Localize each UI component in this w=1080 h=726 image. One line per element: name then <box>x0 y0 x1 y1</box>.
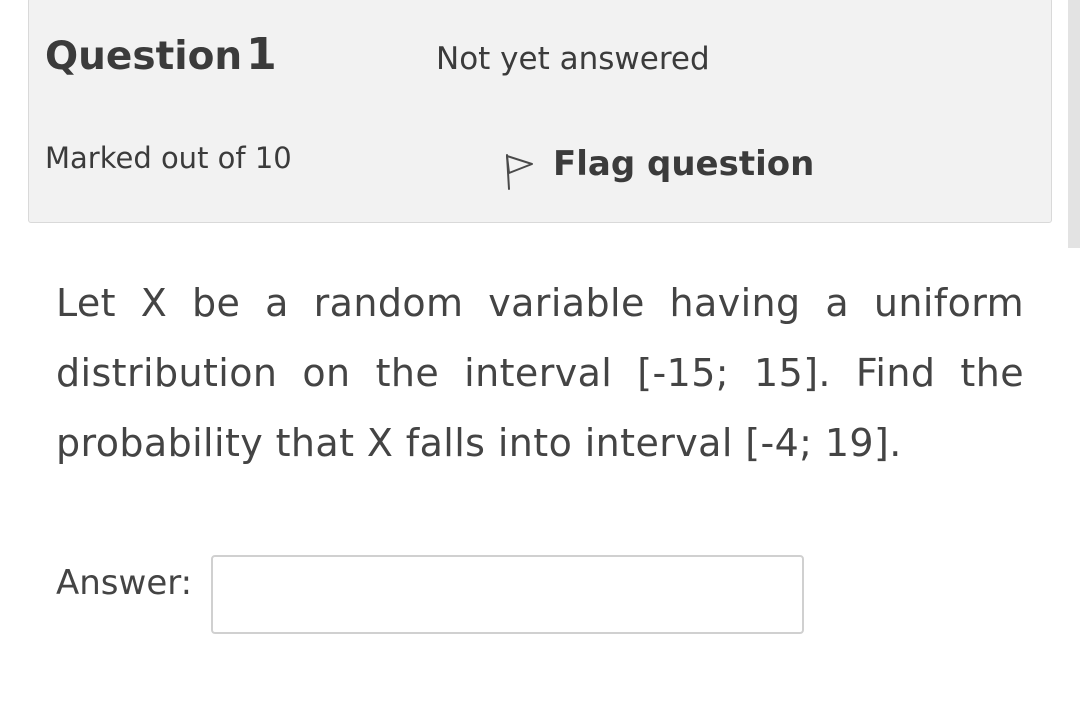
question-title: Question1 <box>45 33 277 77</box>
scrollbar[interactable] <box>1068 0 1080 248</box>
question-number: 1 <box>246 29 277 80</box>
page: Question1 Not yet answered Marked out of… <box>0 0 1080 726</box>
flag-question-button[interactable]: Flag question <box>499 137 814 191</box>
question-title-prefix: Question <box>45 34 243 79</box>
question-info-box: Question1 Not yet answered Marked out of… <box>28 0 1052 223</box>
answer-input[interactable] <box>211 555 804 634</box>
question-grade: Marked out of 10 <box>45 141 292 175</box>
flag-question-label: Flag question <box>553 144 815 184</box>
answer-label: Answer: <box>56 563 193 603</box>
question-state: Not yet answered <box>436 41 710 77</box>
flag-icon <box>506 154 533 190</box>
question-text: Let X be a random variable having a unif… <box>56 281 1024 465</box>
